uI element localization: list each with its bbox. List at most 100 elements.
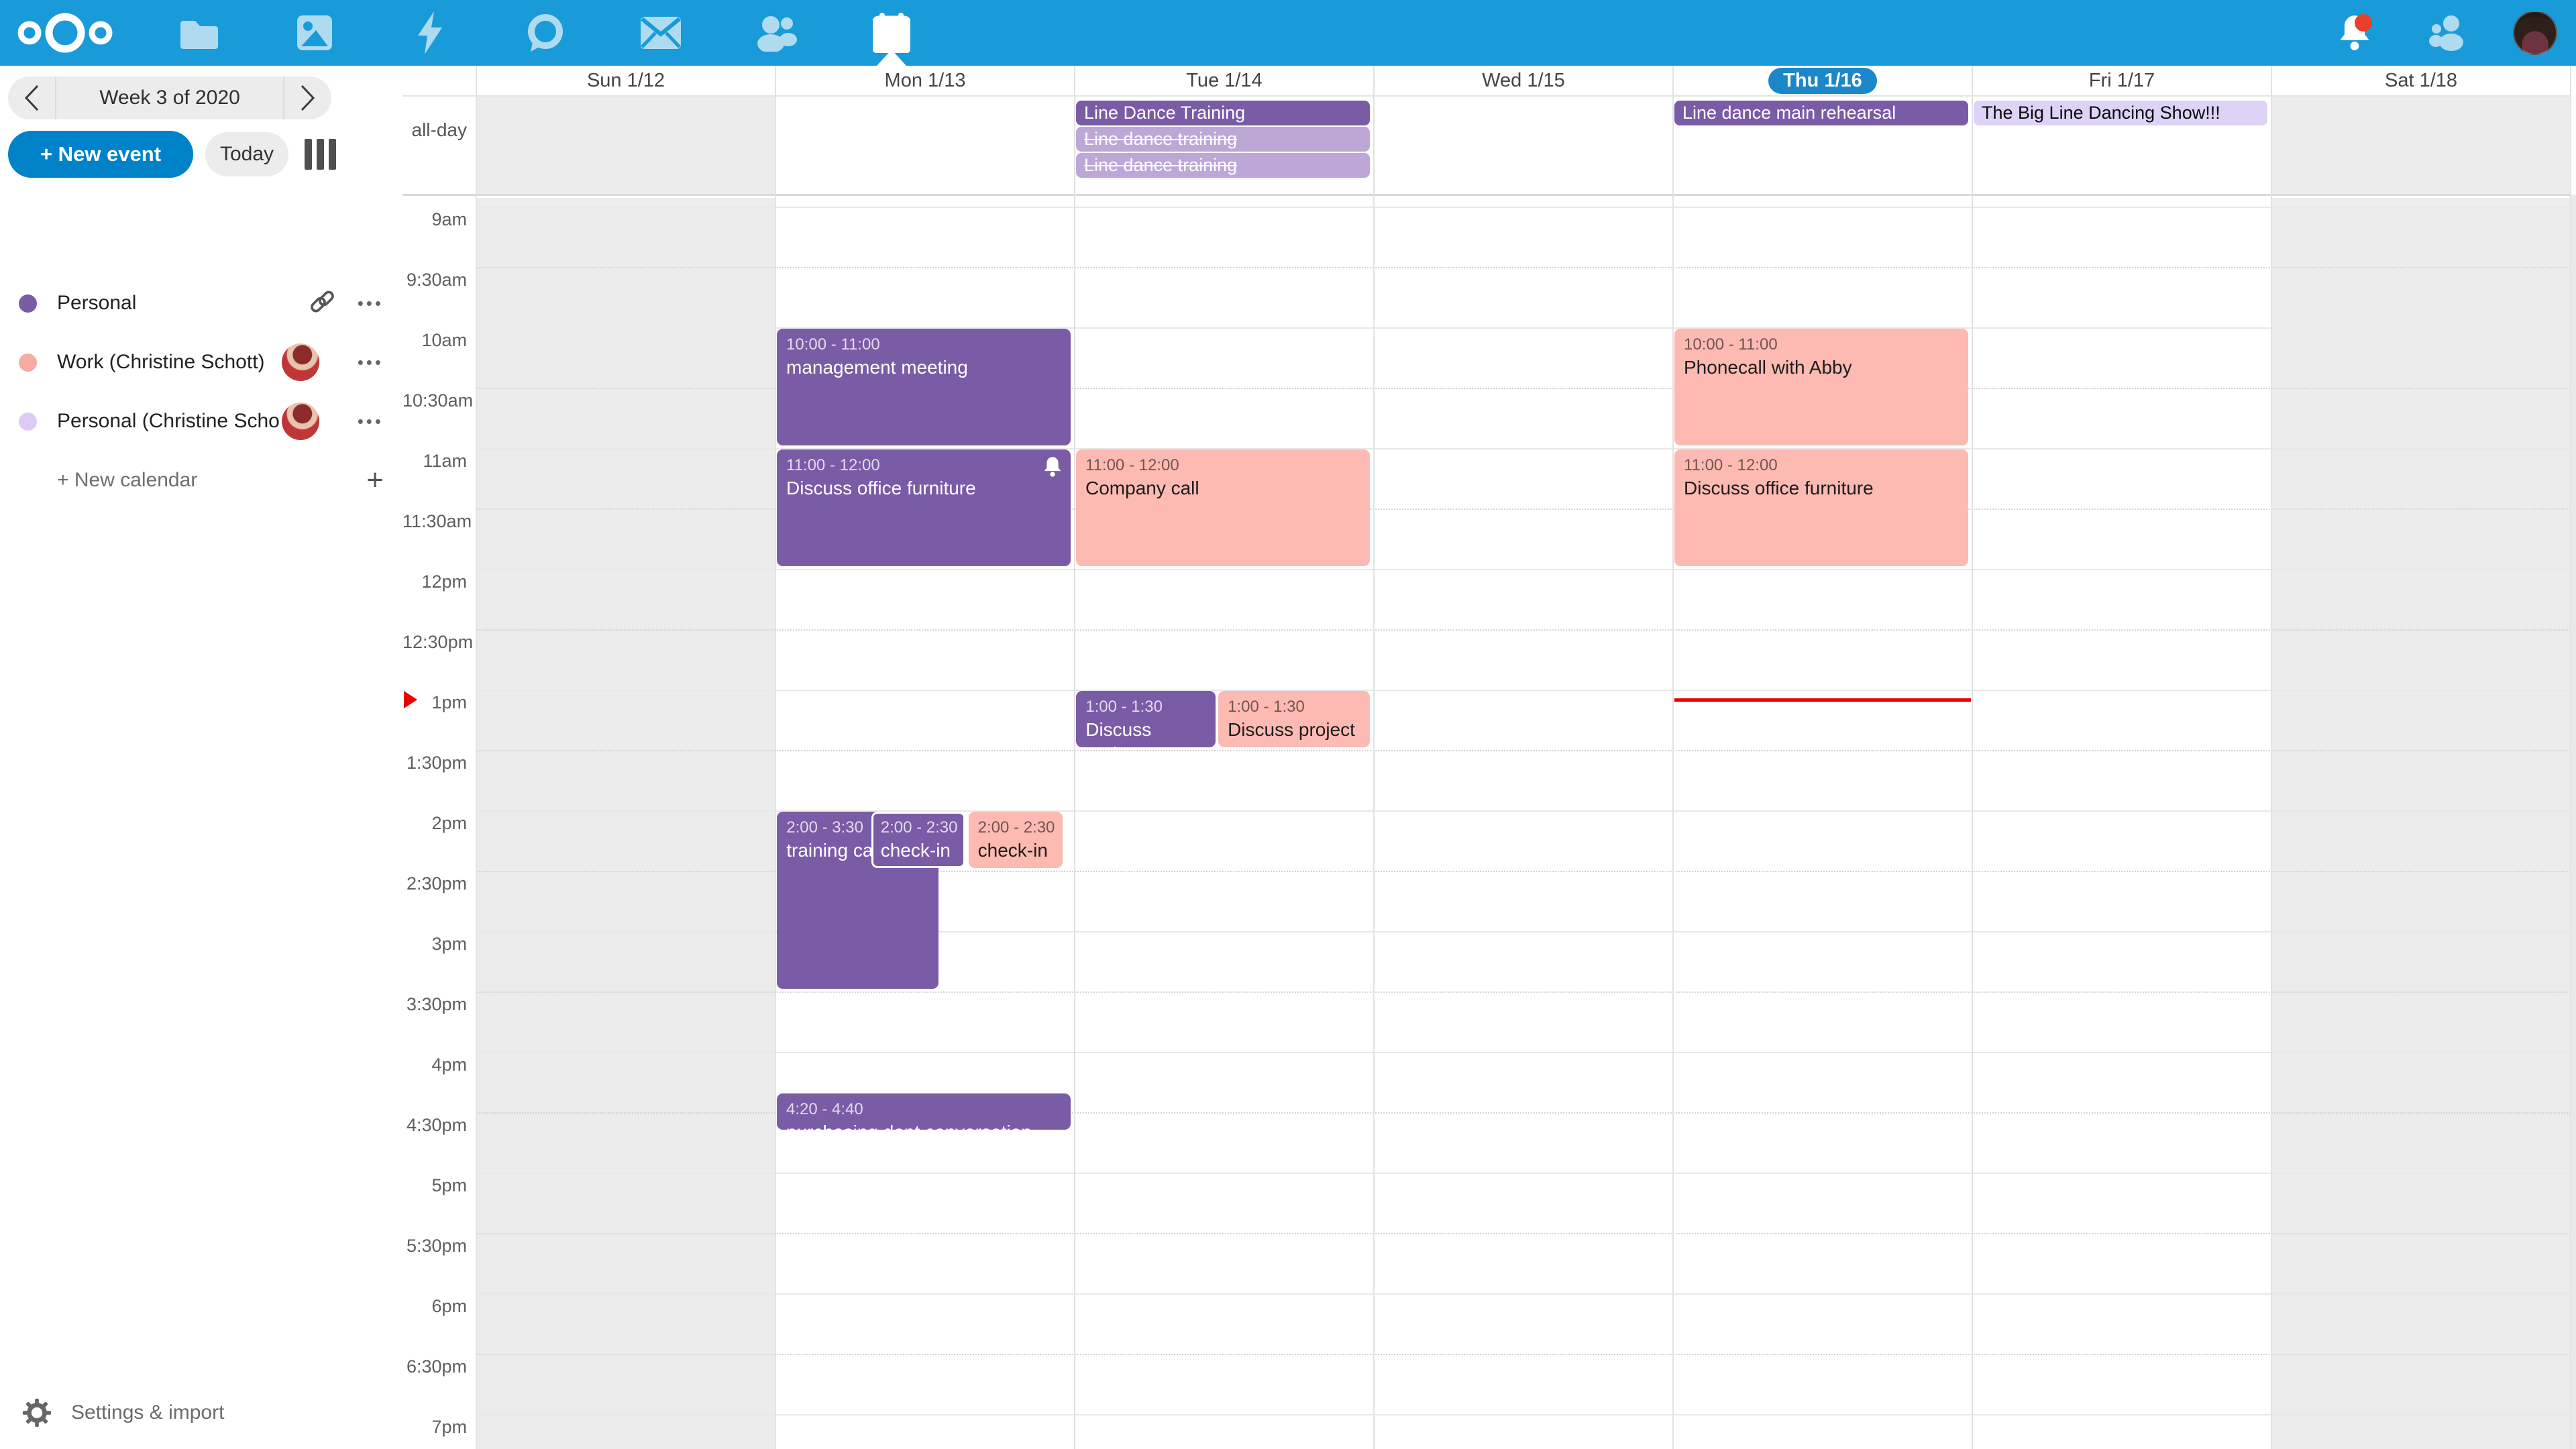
event-title: Discuss office furniture — [1684, 476, 1959, 500]
mail-icon[interactable] — [624, 0, 698, 66]
calendar-item-personal-christine[interactable]: Personal (Christine Scho… ••• — [0, 392, 402, 451]
time-axis-label: 4:30pm — [402, 1115, 467, 1136]
day-header-thu: Thu 1/16 — [1673, 66, 1972, 95]
calendar-icon[interactable] — [855, 0, 928, 66]
event-block[interactable]: 2:00 - 2:30check-in — [871, 812, 966, 868]
day-header-wed: Wed 1/15 — [1374, 66, 1673, 95]
photos-icon[interactable] — [278, 0, 352, 66]
shared-by-avatar — [282, 402, 319, 440]
event-time: 1:00 - 1:30 — [1085, 696, 1206, 718]
week-label[interactable]: Week 3 of 2020 — [55, 76, 284, 119]
allday-event[interactable]: Line Dance Training — [1076, 101, 1370, 125]
day-header-fri: Fri 1/17 — [1972, 66, 2271, 95]
column-separator — [2271, 66, 2272, 1449]
time-axis-label: 12:30pm — [402, 632, 467, 653]
previous-week-button[interactable] — [8, 76, 55, 119]
talk-icon[interactable] — [508, 0, 582, 66]
slot-line — [476, 1233, 2571, 1234]
time-axis-label: 3:30pm — [402, 994, 467, 1015]
contacts-icon[interactable] — [739, 0, 813, 66]
vertical-scrollbar[interactable] — [2571, 66, 2576, 1449]
allday-event[interactable]: Line dance training — [1076, 153, 1370, 178]
day-header-row: Sun 1/12Mon 1/13Tue 1/14Wed 1/15 Thu 1/16… — [402, 66, 2571, 97]
settings-import-button[interactable]: Settings & import — [0, 1391, 402, 1434]
new-event-button[interactable]: + New event — [8, 131, 193, 178]
event-block[interactable]: 11:00 - 12:00Discuss office furniture — [1674, 449, 1968, 566]
event-time: 11:00 - 12:00 — [786, 455, 1061, 476]
time-axis-label: 10:30am — [402, 390, 467, 411]
event-block[interactable]: 4:20 - 4:40purchasing dept conversation — [777, 1093, 1071, 1130]
event-block[interactable]: 11:00 - 12:00Discuss office furniture — [777, 449, 1071, 566]
column-separator — [1373, 66, 1375, 1449]
event-title: purchasing dept conversation — [786, 1120, 1061, 1130]
event-block[interactable]: 2:00 - 2:30check-in — [969, 812, 1063, 868]
event-time: 10:00 - 11:00 — [1684, 334, 1959, 356]
calendar-item-work-christine[interactable]: Work (Christine Schott) ••• — [0, 333, 402, 392]
slot-line — [476, 1414, 2571, 1415]
sidebar: Week 3 of 2020 + New event Today Persona… — [0, 66, 402, 1449]
calendar-menu-button[interactable]: ••• — [337, 293, 384, 314]
event-title: Discuss project announcement — [1085, 718, 1206, 747]
column-separator — [476, 66, 477, 1449]
allday-event[interactable]: Line dance training — [1076, 127, 1370, 152]
event-block[interactable]: 10:00 - 11:00management meeting — [777, 329, 1071, 445]
time-axis-label: 2pm — [402, 813, 467, 834]
day-header-mon: Mon 1/13 — [775, 66, 1075, 95]
notifications-bell-icon[interactable] — [2328, 6, 2381, 60]
time-axis-label: 2:30pm — [402, 873, 467, 894]
time-axis-label: 11:30am — [402, 511, 467, 532]
time-axis-label: 10am — [402, 330, 467, 351]
share-link-icon[interactable] — [307, 287, 337, 320]
slot-line — [476, 1293, 2571, 1295]
time-grid[interactable]: 9am9:30am10am10:30am11am11:30am12pm12:30… — [402, 198, 2571, 1449]
calendar-color-dot[interactable] — [19, 294, 37, 313]
event-block[interactable]: 1:00 - 1:30Discuss project announcement — [1076, 691, 1216, 747]
column-separator — [1672, 66, 1674, 1449]
files-icon[interactable] — [162, 0, 236, 66]
nextcloud-logo-icon[interactable] — [8, 0, 122, 66]
event-title: Company call — [1085, 476, 1360, 500]
slot-line — [476, 750, 2571, 751]
calendar-item-personal[interactable]: Personal ••• — [0, 274, 402, 333]
next-week-button[interactable] — [284, 76, 331, 119]
calendar-color-dot[interactable] — [19, 354, 37, 372]
calendar-week-view: Sun 1/12Mon 1/13Tue 1/14Wed 1/15 Thu 1/16… — [402, 66, 2571, 1449]
gear-icon — [21, 1397, 52, 1428]
view-mode-toggle-icon[interactable] — [305, 139, 336, 170]
event-time: 2:00 - 2:30 — [881, 817, 957, 839]
time-axis-label: 12pm — [402, 572, 467, 592]
activity-icon[interactable] — [393, 0, 467, 66]
slot-line — [476, 1354, 2571, 1355]
today-header-pill: Thu 1/16 — [1768, 68, 1877, 94]
weekend-shading — [476, 198, 775, 1449]
scrollbar-thumb[interactable] — [2571, 66, 2576, 195]
time-axis-label: 5pm — [402, 1175, 467, 1196]
event-time: 11:00 - 12:00 — [1684, 455, 1959, 476]
allday-event[interactable]: Line dance main rehearsal — [1674, 101, 1968, 125]
allday-label: all-day — [402, 119, 467, 141]
event-time: 11:00 - 12:00 — [1085, 455, 1360, 476]
day-header-sat: Sat 1/18 — [2271, 66, 2571, 95]
event-title: check-in — [978, 839, 1054, 863]
time-axis-label: 7pm — [402, 1417, 467, 1438]
event-block[interactable]: 1:00 - 1:30Discuss project announcement — [1218, 691, 1369, 747]
day-header-sun: Sun 1/12 — [476, 66, 775, 95]
allday-event[interactable]: The Big Line Dancing Show!!! — [1974, 101, 2267, 125]
today-button[interactable]: Today — [205, 132, 288, 176]
slot-line — [476, 1173, 2571, 1174]
time-axis-label: 4pm — [402, 1055, 467, 1075]
new-calendar-button[interactable]: + New calendar + — [0, 451, 402, 510]
federation-contacts-icon[interactable] — [2420, 6, 2474, 60]
calendar-menu-button[interactable]: ••• — [337, 352, 384, 373]
event-block[interactable]: 11:00 - 12:00Company call — [1076, 449, 1370, 566]
calendar-menu-button[interactable]: ••• — [337, 411, 384, 432]
weekend-shading — [476, 97, 775, 194]
slot-line — [476, 991, 2571, 993]
column-separator — [2570, 66, 2571, 1449]
calendar-color-dot[interactable] — [19, 413, 37, 431]
day-header-tue: Tue 1/14 — [1075, 66, 1374, 95]
user-avatar[interactable] — [2513, 11, 2557, 55]
event-block[interactable]: 10:00 - 11:00Phonecall with Abby — [1674, 329, 1968, 445]
allday-section[interactable]: all-day Line Dance TrainingLine dance tr… — [402, 97, 2571, 196]
time-axis-label: 5:30pm — [402, 1236, 467, 1256]
